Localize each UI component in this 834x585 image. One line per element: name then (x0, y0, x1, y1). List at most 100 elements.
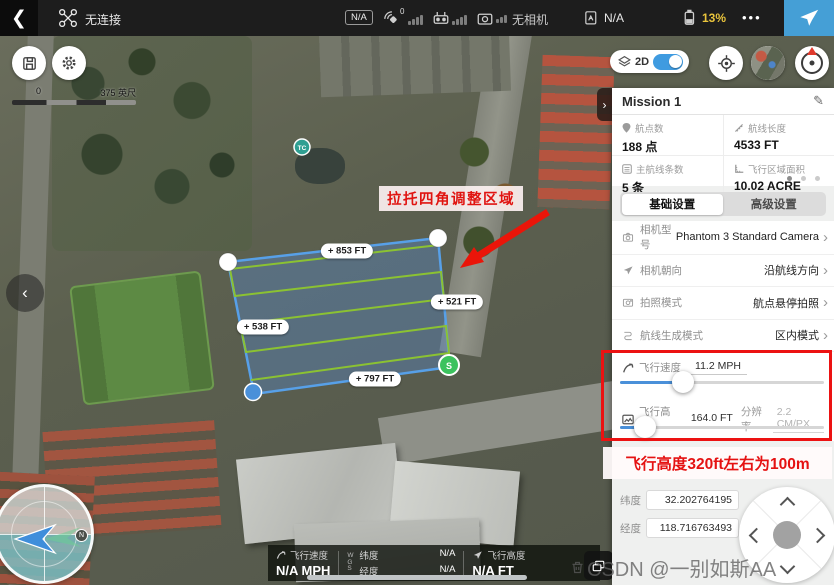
remote-controller-icon (432, 9, 450, 27)
plane-icon (798, 7, 820, 29)
latitude-input[interactable]: 32.202764195 (646, 490, 739, 510)
scale-bar-segments (12, 100, 136, 105)
takeoff-button[interactable] (784, 0, 834, 36)
edge-length-label-bottom: + 797 FT (349, 372, 401, 387)
area-ruler-icon (734, 164, 744, 174)
wgs-label: WGS (347, 553, 355, 573)
telemetry-speed: 飞行速度 N/A MPH (268, 548, 338, 578)
flight-mode-badge: N/A (345, 10, 373, 25)
altitude-plane-icon (472, 550, 483, 560)
gear-icon (60, 54, 78, 72)
save-icon (21, 55, 38, 72)
lines-icon (622, 164, 632, 174)
altitude-value: 164.0 FT (683, 412, 741, 427)
home-indicator[interactable] (307, 575, 527, 580)
rc-battery-icon (583, 9, 600, 26)
rc-battery-value: N/A (604, 11, 624, 25)
drone-icon (58, 8, 78, 28)
mission-title: Mission 1 (622, 94, 813, 109)
edit-mission-icon[interactable]: ✎ (813, 93, 824, 109)
speed-label: 飞行速度 (639, 360, 681, 375)
speed-icon (622, 362, 634, 374)
longitude-input[interactable]: 118.716763493 (646, 518, 739, 538)
setting-camera-heading[interactable]: 相机朝向 沿航线方向 › (612, 254, 834, 287)
settings-list: 相机型号 Phantom 3 Standard Camera › 相机朝向 沿航… (612, 221, 834, 351)
setting-photo-mode[interactable]: 拍照模式 航点悬停拍照 › (612, 286, 834, 319)
setting-route-mode[interactable]: 航线生成模式 区内模式 › (612, 319, 834, 352)
map-mode-toggle[interactable]: 2D (610, 50, 689, 73)
layers-icon (618, 55, 631, 68)
nudge-center-button[interactable] (773, 521, 801, 549)
edge-length-label-top: + 853 FT (321, 244, 373, 259)
stats-pager-dots[interactable] (787, 176, 820, 181)
settings-tabs: 基础设置 高级设置 (620, 192, 826, 216)
telemetry-lat-value: N/A (440, 548, 456, 562)
status-bar: ❮ 无连接 N/A 0 无相机 (0, 0, 834, 36)
switch-knob (669, 55, 682, 68)
longitude-label: 经度 (620, 521, 646, 536)
chevron-left-icon: ‹ (22, 283, 28, 303)
latitude-row: 纬度 32.202764195 (620, 490, 739, 510)
map-feature-sports-field (69, 270, 215, 405)
nudge-dpad (739, 487, 834, 583)
speed-slider-thumb[interactable] (672, 371, 694, 393)
map-mode-label: 2D (635, 56, 649, 68)
nudge-up-button[interactable] (780, 497, 796, 513)
resolution-label: 分辨率 (741, 404, 768, 434)
mission-settings-button[interactable] (52, 46, 86, 80)
chevron-right-icon: › (823, 328, 828, 343)
speed-icon (276, 550, 286, 560)
nudge-right-button[interactable] (810, 528, 826, 544)
map-scale-bar: 0 375 英尺 (12, 86, 136, 105)
chevron-right-icon: › (823, 263, 828, 278)
map-layers-button[interactable] (584, 551, 613, 580)
battery-percent: 13% (702, 11, 726, 25)
chevron-right-icon: › (823, 295, 828, 310)
compass-north-badge: N (75, 529, 88, 542)
minimap-preview-button[interactable] (751, 46, 785, 80)
speed-value: 11.2 MPH (689, 360, 747, 375)
altitude-icon (622, 414, 634, 425)
scale-start-label: 0 (36, 86, 41, 99)
photo-icon (622, 297, 634, 308)
camera-status: 无相机 (512, 11, 548, 28)
gps-icon (382, 9, 399, 26)
crosshair-icon (717, 54, 736, 73)
locate-me-button[interactable] (709, 46, 743, 80)
back-button[interactable]: ❮ (0, 0, 38, 36)
nudge-left-button[interactable] (749, 528, 765, 544)
mission-header: Mission 1 ✎ (612, 88, 834, 115)
telemetry-altitude: 飞行高度 N/A FT (464, 548, 533, 578)
telemetry-position: WGS 纬度 N/A 经度 N/A (339, 548, 463, 578)
layers-stack-icon (591, 559, 606, 573)
panel-collapse-handle[interactable]: › (597, 88, 612, 121)
battery-icon (680, 8, 698, 27)
stat-waypoints: 航点数 188 点 (612, 115, 723, 155)
tab-advanced-settings[interactable]: 高级设置 (723, 194, 825, 215)
save-mission-button[interactable] (12, 46, 46, 80)
gps-count: 0 (400, 7, 404, 16)
camera-signal-bars (496, 15, 507, 23)
map-back-button[interactable]: ‹ (6, 274, 44, 312)
tab-basic-settings[interactable]: 基础设置 (622, 194, 724, 215)
edge-length-label-right: + 521 FT (431, 295, 483, 310)
stat-main-lines: 主航线条数 5 条 (612, 155, 723, 196)
chevron-right-icon: › (823, 230, 828, 245)
camera-icon (622, 232, 634, 243)
app-root: S TC + 853 FT + 521 FT + 538 FT + 797 FT… (0, 0, 834, 585)
compass-reset-button[interactable] (795, 46, 829, 80)
mode-2d-switch[interactable] (653, 54, 683, 70)
waypoint-icon (622, 123, 631, 133)
edge-length-label-left: + 538 FT (237, 320, 289, 335)
altitude-slider-thumb[interactable] (634, 416, 656, 438)
longitude-row: 经度 118.716763493 (620, 518, 739, 538)
map-feature-buildings (537, 55, 614, 209)
annotation-note: 飞行高度320ft左右为100m (603, 447, 832, 479)
compass-icon (801, 52, 823, 74)
setting-camera-model[interactable]: 相机型号 Phantom 3 Standard Camera › (612, 221, 834, 254)
latitude-label: 纬度 (620, 493, 646, 508)
speed-slider-track[interactable] (620, 381, 824, 384)
more-menu-button[interactable]: ••• (742, 10, 762, 25)
stat-route-length: 航线长度 4533 FT (723, 115, 834, 155)
nudge-down-button[interactable] (780, 559, 796, 575)
